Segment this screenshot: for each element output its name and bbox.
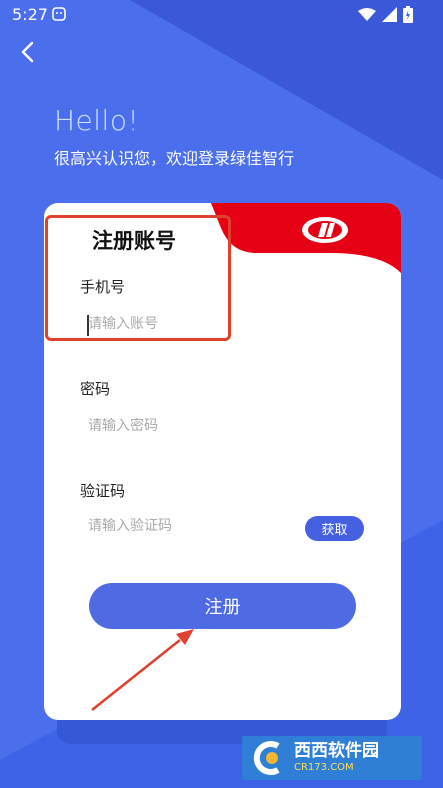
notification-icon: [52, 6, 66, 25]
back-button[interactable]: [14, 40, 42, 68]
password-input[interactable]: [88, 418, 308, 434]
watermark: 西西软件园 CR173.COM: [242, 736, 422, 780]
status-icons: [358, 6, 413, 27]
status-bar: 5:27: [0, 0, 443, 30]
get-code-button[interactable]: 获取: [305, 516, 364, 541]
register-button[interactable]: 注册: [89, 583, 356, 629]
watermark-domain: CR173.COM: [294, 762, 354, 773]
watermark-title: 西西软件园: [294, 741, 379, 761]
watermark-text: 西西软件园 CR173.COM: [294, 743, 379, 773]
password-label: 密码: [80, 380, 111, 398]
status-time: 5:27: [12, 5, 48, 24]
chevron-left-icon: [20, 41, 36, 67]
annotation-highlight-box: [45, 215, 231, 341]
hello-heading: Hello!: [54, 104, 140, 137]
battery-icon: [403, 6, 413, 27]
brand-logo-icon: [300, 215, 350, 249]
wifi-icon: [358, 7, 376, 26]
watermark-logo-icon: [242, 736, 294, 780]
verification-code-input[interactable]: [88, 518, 288, 534]
welcome-text: 很高兴认识您，欢迎登录绿佳智行: [54, 149, 295, 168]
code-label: 验证码: [80, 482, 126, 500]
signal-icon: [382, 7, 397, 26]
